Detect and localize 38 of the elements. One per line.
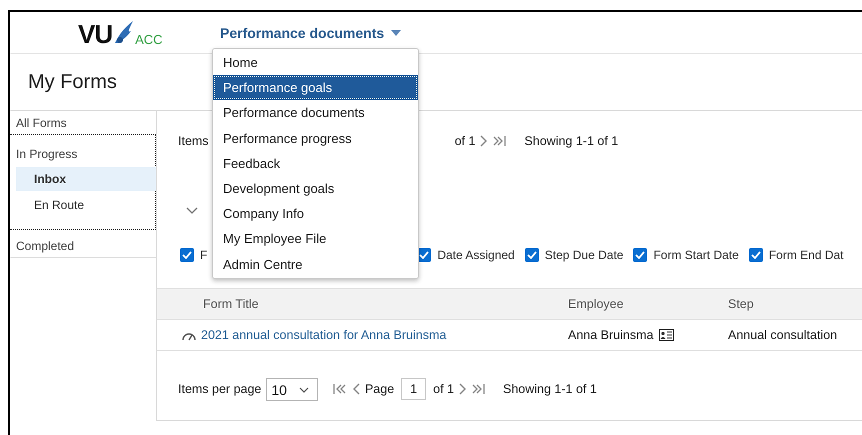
employee-name: Anna Bruinsma	[568, 328, 654, 342]
page-count: of 1	[433, 382, 454, 396]
form-title-link[interactable]: 2021 annual consultation for Anna Bruinsma	[201, 328, 446, 342]
results-count: Showing 1-1 of 1	[524, 134, 618, 148]
logo-subtitle: ACC	[135, 32, 163, 46]
sidebar-item[interactable]: All Forms	[10, 111, 156, 135]
sidebar-group-label[interactable]: In Progress	[10, 143, 155, 165]
sidebar-item[interactable]: En Route	[16, 193, 156, 217]
checkbox-label: Form Start Date	[653, 248, 739, 262]
pager-label: Page	[364, 382, 394, 396]
menu-item[interactable]: My Employee File	[213, 226, 418, 252]
menu-item[interactable]: Performance goals	[213, 75, 418, 100]
checkbox-label: Form End Dat	[768, 248, 844, 262]
page-title: My Forms	[28, 70, 117, 94]
menu-item[interactable]: Performance documents	[213, 100, 418, 126]
menu-item[interactable]: Company Info	[213, 201, 418, 226]
sidebar-item[interactable]: Completed	[10, 235, 156, 258]
checkbox-label: F	[200, 248, 208, 262]
sidebar-item[interactable]: Inbox	[16, 167, 156, 191]
items-per-page-dropdown[interactable]: 10	[266, 378, 318, 400]
menu-item[interactable]: Development goals	[213, 176, 418, 202]
column-header[interactable]: Employee	[568, 297, 728, 311]
page-number-field[interactable]: 1	[401, 378, 426, 400]
menu-item[interactable]: Admin Centre	[213, 252, 418, 277]
table-cell: Annual consultation	[728, 328, 838, 342]
menu-item[interactable]: Home	[213, 50, 418, 76]
logo-text: VU	[78, 20, 112, 46]
navigation-dropdown[interactable]: Performance documents	[220, 24, 402, 40]
menu-item[interactable]: Performance progress	[213, 126, 418, 151]
menu-item[interactable]: Feedback	[213, 150, 418, 176]
page-count: of 1	[454, 134, 476, 148]
checkbox-label: Date Assigned	[437, 248, 515, 262]
column-header[interactable]: Step	[728, 297, 754, 311]
results-count: Showing 1-1 of 1	[502, 382, 597, 396]
pager-label: Items	[178, 134, 209, 148]
column-header[interactable]: Form Title	[157, 297, 568, 311]
pager-label: Items per page	[178, 382, 262, 396]
checkbox-label: Step Due Date	[544, 248, 624, 262]
